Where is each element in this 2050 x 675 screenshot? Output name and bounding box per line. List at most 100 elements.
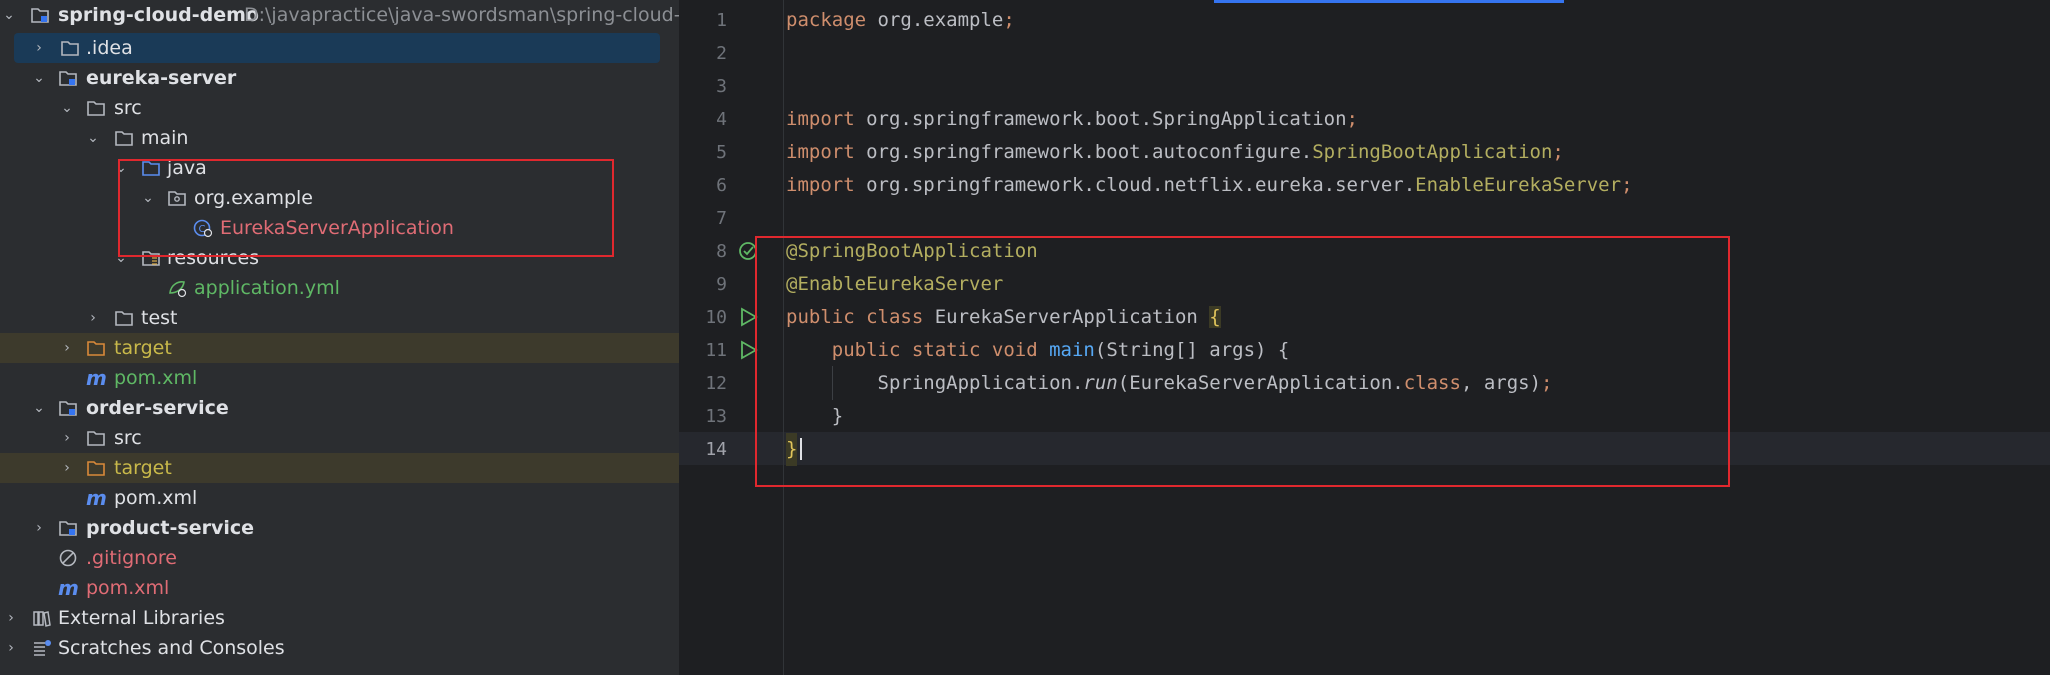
keyword: import [786, 141, 855, 163]
main-folder-label: main [141, 127, 189, 149]
tree-row-pom[interactable]: m pom.xml [0, 483, 679, 513]
line-number: 1 [716, 10, 727, 31]
chevron-right-icon[interactable]: › [32, 33, 46, 63]
tree-row-pom[interactable]: m pom.xml [0, 573, 679, 603]
maven-icon: m [58, 576, 79, 600]
chevron-right-icon[interactable]: › [86, 303, 100, 333]
tree-row-root[interactable]: ⌄ spring-cloud-demo D:\javapractice\java… [0, 0, 679, 30]
punctuation: ; [1552, 141, 1564, 163]
chevron-right-icon[interactable]: › [4, 633, 18, 663]
product-service-label: product-service [86, 517, 254, 539]
chevron-down-icon[interactable]: ⌄ [32, 63, 46, 93]
project-tree-panel: ⌄ spring-cloud-demo D:\javapractice\java… [0, 0, 679, 675]
line-number: 8 [716, 241, 727, 262]
line-number: 6 [716, 175, 727, 196]
code-text: org.springframework.boot.autoconfigure. [854, 141, 1313, 163]
code-text: org.example [866, 9, 1004, 31]
chevron-down-icon[interactable]: ⌄ [60, 93, 74, 123]
line-number: 4 [716, 109, 727, 130]
folder-icon [87, 101, 105, 116]
line-number: 14 [705, 439, 727, 460]
pom-label: pom.xml [114, 487, 198, 509]
excluded-folder-icon [87, 461, 105, 476]
ignore-file-icon [59, 549, 77, 567]
line-number: 9 [716, 274, 727, 295]
highlight-box-code [755, 236, 1730, 487]
chevron-right-icon[interactable]: › [32, 513, 46, 543]
tree-row-eureka-server[interactable]: ⌄ eureka-server [0, 63, 679, 93]
code-text: org.springframework.cloud.netflix.eureka… [854, 174, 1416, 196]
annotation-type: EnableEurekaServer [1415, 174, 1622, 196]
target-folder-label: target [114, 337, 172, 359]
annotation-type: SpringBootApplication [1312, 141, 1553, 163]
line-number: 3 [716, 76, 727, 97]
punctuation: ; [1346, 108, 1358, 130]
pom-label: pom.xml [114, 367, 198, 389]
maven-icon: m [86, 366, 107, 390]
code-line-6: import org.springframework.cloud.netflix… [786, 169, 1633, 202]
line-number: 5 [716, 142, 727, 163]
order-service-label: order-service [86, 397, 229, 419]
tree-row-external-libraries[interactable]: › External Libraries [0, 603, 679, 633]
src-folder-label: src [114, 427, 142, 449]
gitignore-label: .gitignore [86, 547, 177, 569]
line-number: 13 [705, 406, 727, 427]
keyword: import [786, 174, 855, 196]
chevron-down-icon[interactable]: ⌄ [2, 0, 16, 30]
tree-row-src[interactable]: ⌄ src [0, 93, 679, 123]
chevron-right-icon[interactable]: › [4, 603, 18, 633]
keyword: import [786, 108, 855, 130]
chevron-right-icon[interactable]: › [60, 333, 74, 363]
maven-icon: m [86, 486, 107, 510]
code-line-5: import org.springframework.boot.autoconf… [786, 136, 1564, 169]
code-editor[interactable]: 1 2 3 4 5 6 7 8 9 10 11 12 13 14 package… [679, 0, 2050, 675]
tree-row-product-service[interactable]: › product-service [0, 513, 679, 543]
folder-icon [115, 131, 133, 146]
punctuation: ; [1003, 9, 1015, 31]
external-libraries-label: External Libraries [58, 607, 225, 629]
tree-row-pom[interactable]: m pom.xml [0, 363, 679, 393]
code-text: org.springframework.boot.SpringApplicati… [854, 108, 1347, 130]
tree-row-target[interactable]: › target [0, 333, 679, 363]
tree-row-src[interactable]: › src [0, 423, 679, 453]
tree-row-application-yml[interactable]: application.yml [0, 273, 679, 303]
eureka-server-label: eureka-server [86, 67, 237, 89]
highlight-box-tree [118, 159, 614, 257]
tree-row-gitignore[interactable]: .gitignore [0, 543, 679, 573]
chevron-right-icon[interactable]: › [60, 423, 74, 453]
module-folder-icon [31, 8, 49, 23]
module-folder-icon [59, 401, 77, 416]
line-number: 7 [716, 208, 727, 229]
module-folder-icon [59, 71, 77, 86]
chevron-right-icon[interactable]: › [60, 453, 74, 483]
line-number: 10 [705, 307, 727, 328]
tree-row-main[interactable]: ⌄ main [0, 123, 679, 153]
scratches-icon [34, 640, 51, 656]
module-folder-icon [59, 521, 77, 536]
root-project-label: spring-cloud-demo [58, 4, 259, 26]
folder-icon [115, 311, 133, 326]
chevron-down-icon[interactable]: ⌄ [86, 123, 100, 153]
code-line-4: import org.springframework.boot.SpringAp… [786, 103, 1358, 136]
excluded-folder-icon [87, 341, 105, 356]
application-yml-label: application.yml [194, 277, 340, 299]
tree-row-order-service[interactable]: ⌄ order-service [0, 393, 679, 423]
line-number: 11 [705, 340, 727, 361]
editor-tab-indicator [1214, 0, 1564, 3]
line-number: 12 [705, 373, 727, 394]
tree-row-scratches[interactable]: › Scratches and Consoles [0, 633, 679, 663]
root-project-path: D:\javapractice\java-swordsman\spring-cl… [244, 4, 679, 26]
line-number: 2 [716, 43, 727, 64]
tree-row-test[interactable]: › test [0, 303, 679, 333]
chevron-down-icon[interactable]: ⌄ [32, 393, 46, 423]
pom-label: pom.xml [86, 577, 170, 599]
tree-row-target[interactable]: › target [0, 453, 679, 483]
idea-folder-label: .idea [86, 37, 133, 59]
code-line-1: package org.example; [786, 4, 1015, 37]
yaml-config-icon [169, 281, 187, 298]
folder-icon [61, 41, 79, 56]
tree-row-idea[interactable]: › .idea [14, 33, 660, 63]
scratches-label: Scratches and Consoles [58, 637, 285, 659]
test-folder-label: test [141, 307, 178, 329]
library-icon [33, 611, 51, 627]
